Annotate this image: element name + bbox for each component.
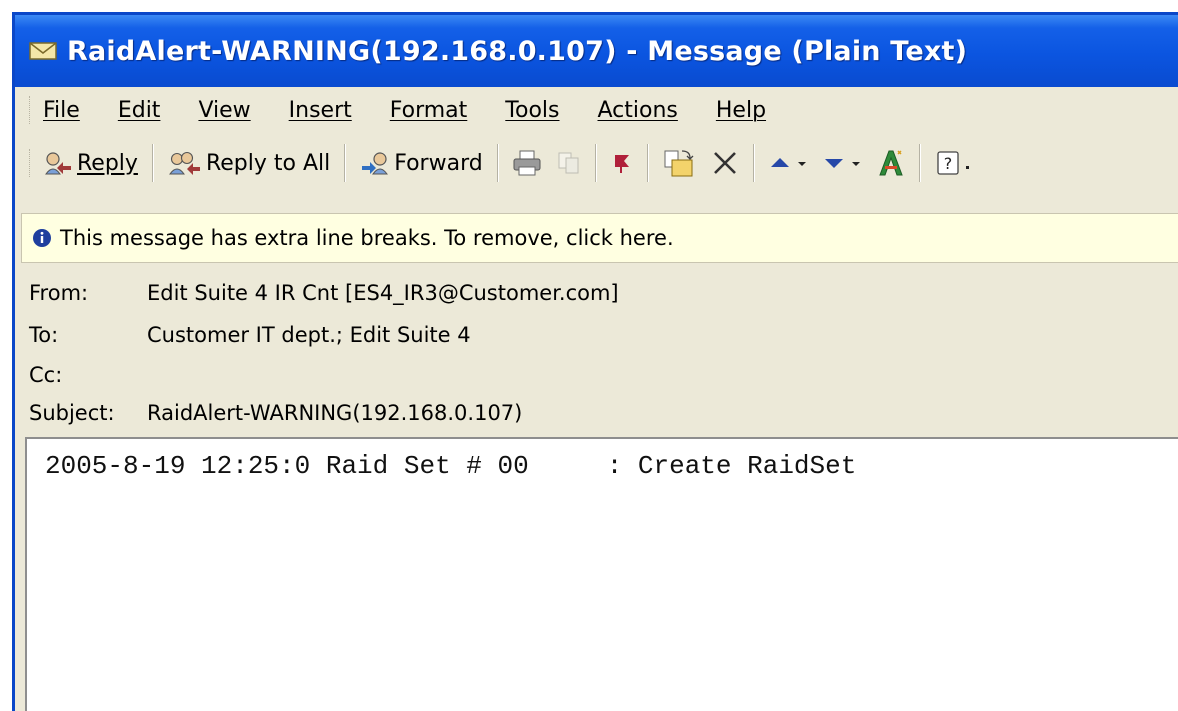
move-to-folder-icon [664,150,694,177]
forward-button[interactable]: Forward [352,141,490,185]
toolbar-separator [496,144,499,182]
next-item-button[interactable] [815,141,869,185]
address-book-icon [878,150,903,176]
reply-to-all-label: Reply to All [205,150,331,176]
menu-view[interactable]: View [198,98,250,123]
delete-button[interactable] [703,141,747,185]
reply-all-icon [168,151,200,175]
window-title: RaidAlert-WARNING(192.168.0.107) - Messa… [67,35,968,67]
menu-actions[interactable]: Actions [598,98,678,123]
toolbar-separator [344,144,347,182]
toolbar-options-icon[interactable] [962,153,974,173]
menu-grip[interactable] [29,96,33,124]
standard-toolbar: Reply Reply to All Forward ? [15,135,1178,191]
info-bar-text: This message has extra line breaks. To r… [60,226,674,250]
chevron-down-icon[interactable] [796,153,808,173]
previous-item-button[interactable] [761,141,815,185]
previous-item-icon [770,158,789,167]
toolbar-separator [918,144,921,182]
menu-file[interactable]: File [43,98,80,123]
follow-up-flag-button[interactable] [603,141,641,185]
svg-text:?: ? [943,154,952,173]
info-icon [33,229,51,247]
toolbar-separator [752,144,755,182]
menu-bar: File Edit View Insert Format Tools Actio… [15,89,1178,131]
envelope-icon [29,42,57,60]
title-bar[interactable]: RaidAlert-WARNING(192.168.0.107) - Messa… [15,15,1178,87]
menu-format[interactable]: Format [390,98,468,123]
print-button[interactable] [505,141,549,185]
reply-label: Reply [77,150,138,176]
menu-edit[interactable]: Edit [118,98,161,123]
to-label: To: [29,323,59,347]
from-value[interactable]: Edit Suite 4 IR Cnt [ES4_IR3@Customer.co… [147,281,619,305]
move-to-folder-button[interactable] [655,141,703,185]
toolbar-separator [646,144,649,182]
cc-label: Cc: [29,363,63,387]
message-body[interactable]: 2005-8-19 12:25:0 Raid Set # 00 : Create… [25,437,1178,711]
forward-label: Forward [394,150,483,176]
menu-tools[interactable]: Tools [505,98,559,123]
print-icon [513,150,541,176]
message-body-text: 2005-8-19 12:25:0 Raid Set # 00 : Create… [45,451,857,481]
reply-button[interactable]: Reply [35,141,146,185]
toolbar-grip[interactable] [29,149,33,177]
to-row: To: Customer IT dept.; Edit Suite 4 [29,323,471,347]
subject-row: Subject: RaidAlert-WARNING(192.168.0.107) [29,401,522,425]
help-button[interactable]: ? [927,141,981,185]
cc-row: Cc: [29,363,147,387]
copy-button[interactable] [549,141,589,185]
menu-insert[interactable]: Insert [289,98,352,123]
toolbar-separator [151,144,154,182]
toolbar-separator [594,144,597,182]
chevron-down-icon[interactable] [850,153,862,173]
help-icon: ? [937,151,959,175]
subject-value: RaidAlert-WARNING(192.168.0.107) [147,401,523,425]
from-row: From: Edit Suite 4 IR Cnt [ES4_IR3@Custom… [29,281,619,305]
flag-icon [614,155,629,173]
reply-icon [45,152,71,175]
info-bar[interactable]: This message has extra line breaks. To r… [21,213,1178,263]
copy-icon [558,152,579,174]
message-window: RaidAlert-WARNING(192.168.0.107) - Messa… [12,12,1178,711]
menu-help[interactable]: Help [716,98,766,123]
subject-label: Subject: [29,401,115,425]
to-value[interactable]: Customer IT dept.; Edit Suite 4 [147,323,471,347]
delete-icon [713,152,736,174]
forward-icon [362,152,389,175]
next-item-icon [824,159,843,168]
address-book-button[interactable] [869,141,913,185]
reply-to-all-button[interactable]: Reply to All [160,141,338,185]
from-label: From: [29,281,89,305]
